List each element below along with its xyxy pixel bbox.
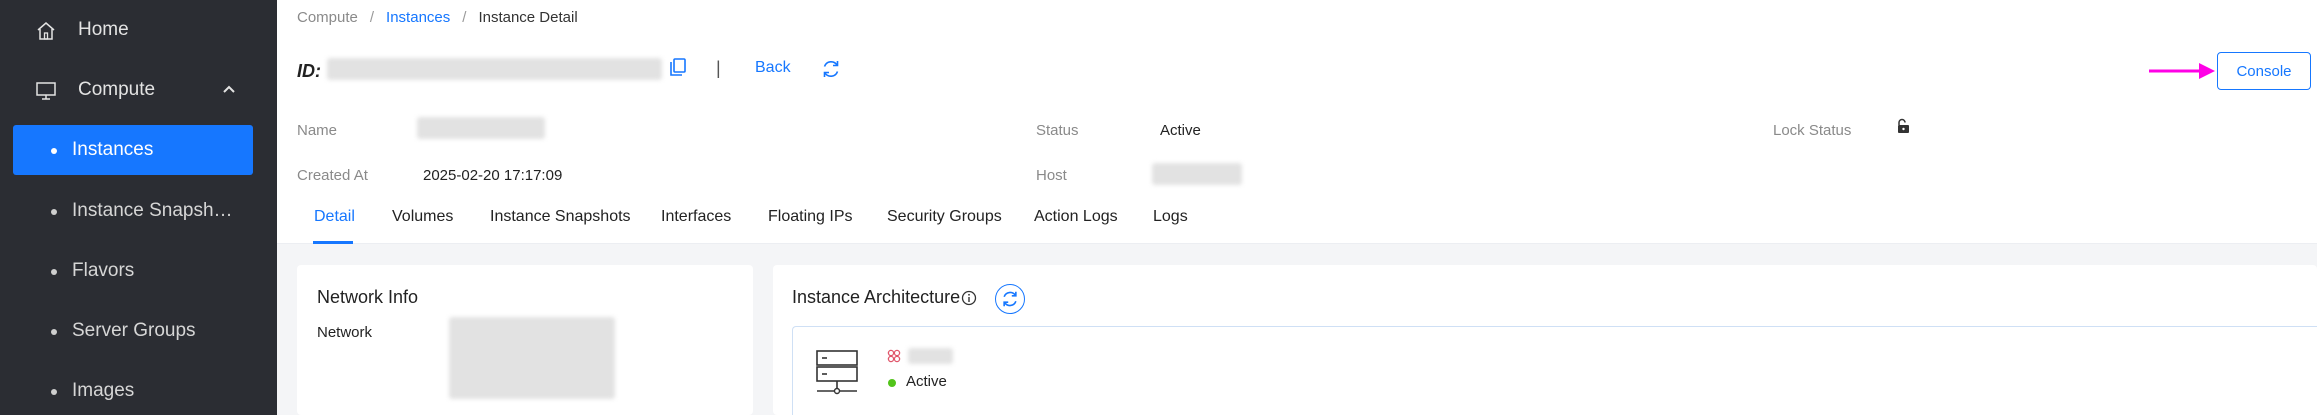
sidebar-item-images[interactable]: Images bbox=[13, 366, 253, 415]
main-content: Compute / Instances / Instance Detail ID… bbox=[277, 0, 2317, 415]
monitor-icon bbox=[36, 82, 56, 100]
instance-id-value bbox=[327, 58, 662, 80]
breadcrumb-current: Instance Detail bbox=[478, 9, 578, 26]
network-value bbox=[449, 317, 615, 399]
sidebar-item-compute[interactable]: Compute bbox=[0, 64, 277, 116]
console-button[interactable]: Console bbox=[2217, 52, 2311, 90]
divider: | bbox=[716, 58, 721, 78]
server-icon bbox=[816, 350, 858, 395]
sidebar-item-home[interactable]: Home bbox=[0, 4, 277, 56]
host-label: Host bbox=[1036, 167, 1067, 184]
tab-instance-snapshots[interactable]: Instance Snapshots bbox=[490, 208, 631, 226]
tab-floating-ips[interactable]: Floating IPs bbox=[768, 208, 852, 226]
id-row: ID: bbox=[297, 58, 321, 84]
chevron-up-icon[interactable] bbox=[222, 84, 236, 94]
status-value: Active bbox=[1160, 122, 1201, 139]
refresh-icon bbox=[1003, 291, 1017, 307]
network-info-card: Network Info Network bbox=[297, 265, 753, 415]
name-label: Name bbox=[297, 122, 338, 139]
sidebar-item-label: Instance Snapsh… bbox=[72, 200, 233, 221]
card-title: Instance Architecture bbox=[792, 287, 961, 307]
tab-volumes[interactable]: Volumes bbox=[392, 208, 453, 226]
copy-icon[interactable] bbox=[670, 58, 686, 76]
back-button[interactable]: Back bbox=[755, 59, 791, 77]
status-label: Status bbox=[1036, 122, 1079, 139]
sidebar-item-label: Compute bbox=[78, 79, 156, 100]
tab-interfaces[interactable]: Interfaces bbox=[661, 208, 731, 226]
home-icon bbox=[37, 22, 55, 40]
annotation-arrow-icon bbox=[2149, 63, 2215, 79]
breadcrumb-separator: / bbox=[369, 9, 375, 26]
instance-name-value bbox=[417, 117, 545, 139]
sidebar-item-instance-snapshots[interactable]: Instance Snapsh… bbox=[13, 186, 253, 236]
host-value bbox=[1152, 163, 1242, 185]
bullet-icon bbox=[51, 269, 57, 275]
sidebar-item-label: Instances bbox=[72, 139, 154, 160]
unlock-icon bbox=[1898, 118, 1909, 133]
card-title: Network Info bbox=[317, 287, 419, 307]
detail-tabs: Detail Volumes Instance Snapshots Interf… bbox=[277, 200, 2317, 244]
sidebar-item-label: Flavors bbox=[72, 260, 135, 281]
sidebar: Home Compute Instances Instance Snapsh… … bbox=[0, 0, 277, 415]
sidebar-item-label: Images bbox=[72, 380, 135, 401]
architecture-diagram: Active bbox=[792, 326, 2317, 415]
active-tab-indicator bbox=[313, 241, 353, 244]
tab-detail[interactable]: Detail bbox=[314, 208, 355, 226]
instance-icon bbox=[887, 349, 901, 363]
breadcrumb-root: Compute bbox=[297, 9, 358, 26]
bullet-icon bbox=[51, 209, 57, 215]
bullet-icon bbox=[51, 329, 57, 335]
instance-status: Active bbox=[906, 373, 947, 390]
tab-security-groups[interactable]: Security Groups bbox=[887, 208, 1002, 226]
instance-architecture-card: Instance Architecture Active bbox=[773, 265, 2317, 415]
created-at-value: 2025-02-20 17:17:09 bbox=[423, 167, 563, 184]
bullet-icon bbox=[51, 148, 57, 154]
id-label: ID: bbox=[297, 60, 321, 81]
detail-header: Compute / Instances / Instance Detail ID… bbox=[277, 0, 2317, 244]
created-at-label: Created At bbox=[297, 167, 368, 184]
sidebar-item-instances[interactable]: Instances bbox=[13, 125, 253, 175]
tab-action-logs[interactable]: Action Logs bbox=[1034, 208, 1118, 226]
refresh-icon[interactable] bbox=[821, 59, 841, 79]
app-root: Home Compute Instances Instance Snapsh… … bbox=[0, 0, 2317, 415]
breadcrumb-link-instances[interactable]: Instances bbox=[386, 9, 450, 26]
sidebar-item-label: Home bbox=[78, 19, 129, 40]
info-icon[interactable] bbox=[961, 290, 977, 306]
bullet-icon bbox=[51, 389, 57, 395]
network-label: Network bbox=[317, 324, 373, 341]
sidebar-item-server-groups[interactable]: Server Groups bbox=[13, 306, 253, 356]
sidebar-item-label: Server Groups bbox=[72, 320, 196, 341]
architecture-refresh-button[interactable] bbox=[995, 284, 1025, 314]
status-dot-icon bbox=[888, 379, 896, 387]
breadcrumb: Compute / Instances / Instance Detail bbox=[297, 9, 578, 26]
sidebar-item-flavors[interactable]: Flavors bbox=[13, 246, 253, 296]
instance-name-value bbox=[908, 348, 953, 364]
tab-logs[interactable]: Logs bbox=[1153, 208, 1188, 226]
breadcrumb-separator: / bbox=[462, 9, 467, 26]
lock-status-label: Lock Status bbox=[1773, 122, 1852, 139]
